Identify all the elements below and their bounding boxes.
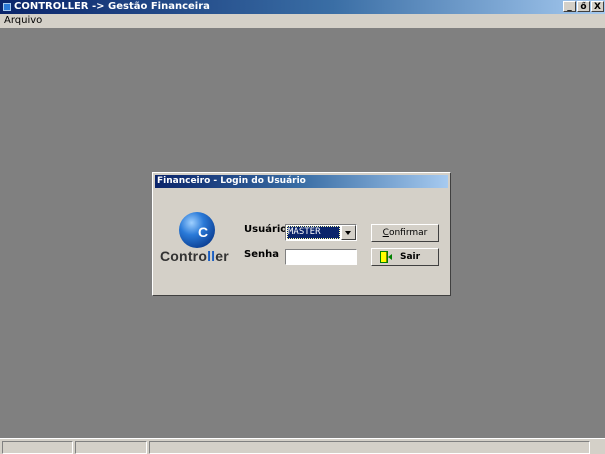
confirm-label: onfirmar [388,228,428,238]
logo-text: Controller [160,248,229,264]
user-label: Usuário [244,224,288,235]
exit-label: Sair [400,252,421,262]
status-bar [0,438,605,454]
status-panel-3 [149,441,590,454]
confirm-button[interactable]: Confirmar [371,224,439,242]
logo-ball-icon: C [179,212,215,248]
exit-button[interactable]: Sair [371,248,439,266]
minimize-button[interactable]: _ [563,1,576,12]
logo-text-prefix: Contro [160,248,208,264]
user-dropdown-button[interactable] [341,225,356,240]
user-combobox-value[interactable]: MASTER [287,226,340,239]
window-titlebar[interactable]: CONTROLLER -> Gestão Financeira _ ő X [0,0,605,14]
password-input[interactable] [285,249,357,265]
dropdown-arrow-icon [345,231,351,235]
password-label: Senha [244,249,279,260]
user-combobox[interactable]: MASTER [285,224,357,241]
logo-ball-letter: C [198,224,208,240]
login-dialog: Financeiro - Login do Usuário C Controll… [152,172,451,296]
exit-door-icon [380,251,392,263]
window-controls: _ ő X [563,1,604,12]
logo-text-suffix: er [215,248,229,264]
menu-arquivo[interactable]: Arquivo [4,14,42,28]
window-title: CONTROLLER -> Gestão Financeira [14,1,210,12]
close-button[interactable]: X [591,1,604,12]
status-panel-1 [2,441,73,454]
dialog-title: Financeiro - Login do Usuário [155,175,448,188]
menu-bar: Arquivo [0,14,605,28]
app-icon[interactable] [3,3,11,11]
status-panel-2 [75,441,147,454]
maximize-button[interactable]: ő [577,1,590,12]
